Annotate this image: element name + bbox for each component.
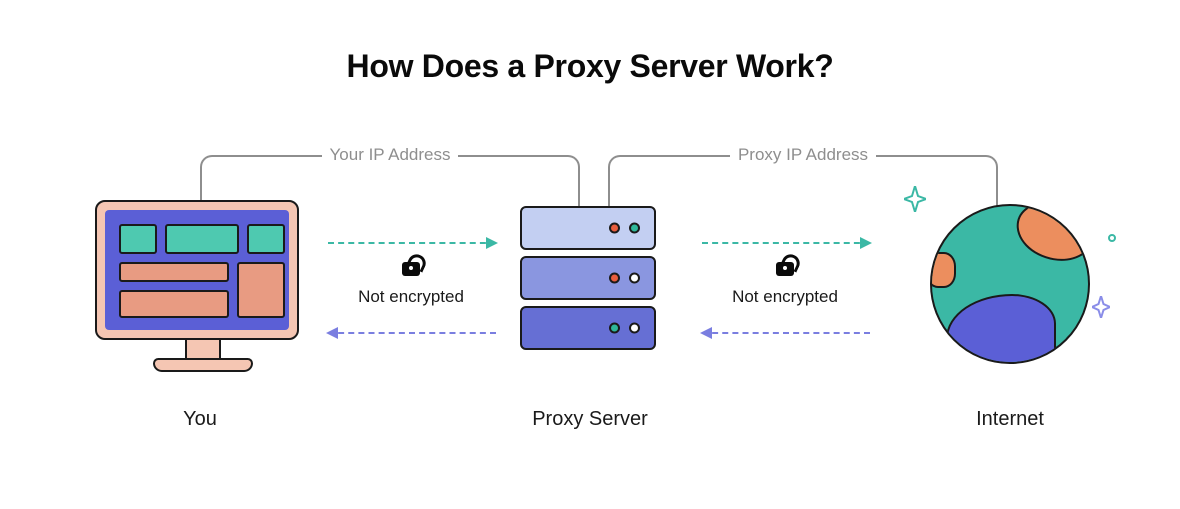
encryption-text-left: Not encrypted (346, 287, 476, 307)
diagram-title: How Does a Proxy Server Work? (0, 48, 1180, 85)
caption-internet: Internet (960, 408, 1060, 431)
sparkle-icon (904, 186, 926, 212)
internet-globe-illustration (920, 198, 1100, 378)
proxy-server-illustration (520, 206, 656, 356)
arrow-proxy-to-internet (702, 242, 870, 244)
arrow-proxy-to-you (328, 332, 496, 334)
encryption-text-right: Not encrypted (720, 287, 850, 307)
encryption-status-right: Not encrypted (720, 262, 850, 307)
sparkle-icon (1092, 296, 1110, 318)
bracket-label-your-ip: Your IP Address (322, 145, 459, 165)
open-lock-icon (776, 262, 794, 276)
encryption-status-left: Not encrypted (346, 262, 476, 307)
bracket-label-proxy-ip: Proxy IP Address (730, 145, 876, 165)
dot-icon (1108, 234, 1116, 242)
arrow-internet-to-proxy (702, 332, 870, 334)
caption-you: You (150, 408, 250, 431)
you-computer-illustration (95, 200, 310, 400)
arrow-you-to-proxy (328, 242, 496, 244)
caption-proxy: Proxy Server (520, 408, 660, 431)
open-lock-icon (402, 262, 420, 276)
